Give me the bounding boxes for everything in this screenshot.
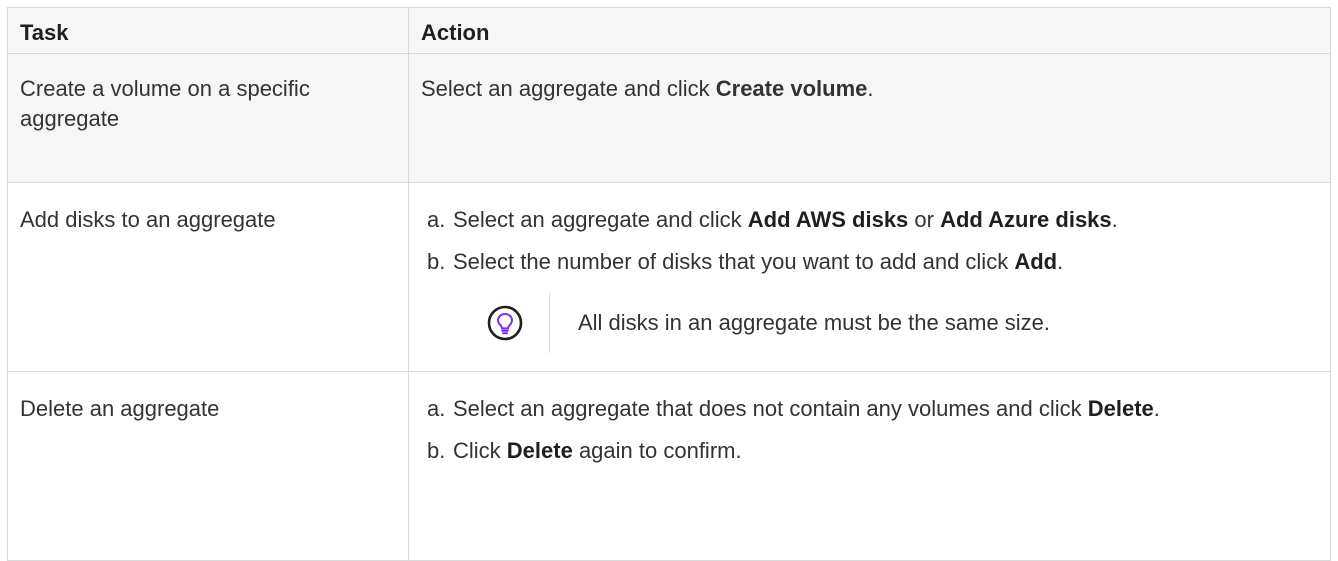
step-marker: b. — [427, 438, 446, 463]
table-row: Create a volume on a specific aggregate … — [7, 53, 1331, 183]
step-item: b. Click Delete again to confirm. — [427, 436, 1318, 466]
step-marker: a. — [427, 396, 446, 421]
step-text: Select the number of disks that you want… — [453, 249, 1015, 274]
step-bold: Add — [1014, 249, 1058, 274]
table-header-row: Task Action — [7, 7, 1331, 54]
action-text-end: . — [867, 76, 874, 101]
tip-callout: All disks in an aggregate must be the sa… — [487, 293, 1318, 353]
step-marker: b. — [427, 249, 446, 274]
table-row: Delete an aggregate a. Select an aggregat… — [7, 371, 1331, 561]
step-text-end: . — [1153, 396, 1160, 421]
task-cell: Add disks to an aggregate — [7, 182, 409, 372]
table-row: Add disks to an aggregate a. Select an ag… — [7, 182, 1331, 372]
step-bold: Delete — [1087, 396, 1154, 421]
tip-divider — [549, 293, 550, 353]
steps-list: a. Select an aggregate and click Add AWS … — [421, 205, 1318, 277]
step-item: a. Select an aggregate that does not cont… — [427, 394, 1318, 424]
step-bold-2: Add Azure disks — [940, 207, 1112, 232]
step-text: Select an aggregate and click — [453, 207, 748, 232]
header-task: Task — [7, 7, 409, 54]
step-text: Select an aggregate that does not contai… — [453, 396, 1088, 421]
header-action: Action — [408, 7, 1331, 54]
step-text: Click — [453, 438, 507, 463]
step-marker: a. — [427, 207, 446, 232]
action-cell: a. Select an aggregate and click Add AWS … — [408, 182, 1331, 372]
step-item: a. Select an aggregate and click Add AWS … — [427, 205, 1318, 235]
step-text-mid: or — [908, 207, 941, 232]
step-text-end: again to confirm. — [572, 438, 742, 463]
step-bold: Add AWS disks — [747, 207, 909, 232]
aggregate-tasks-table: Task Action Create a volume on a specifi… — [7, 7, 1331, 561]
step-item: b. Select the number of disks that you wa… — [427, 247, 1318, 277]
tip-text: All disks in an aggregate must be the sa… — [578, 310, 1051, 335]
action-bold: Create volume — [715, 76, 868, 101]
action-cell: a. Select an aggregate that does not cont… — [408, 371, 1331, 561]
task-cell: Create a volume on a specific aggregate — [7, 53, 409, 183]
action-cell: Select an aggregate and click Create vol… — [408, 53, 1331, 183]
step-bold: Delete — [506, 438, 573, 463]
task-cell: Delete an aggregate — [7, 371, 409, 561]
steps-list: a. Select an aggregate that does not cont… — [421, 394, 1318, 466]
step-text-end: . — [1057, 249, 1064, 274]
step-text-end: . — [1111, 207, 1118, 232]
lightbulb-icon — [487, 305, 523, 341]
action-text: Select an aggregate and click — [421, 76, 716, 101]
